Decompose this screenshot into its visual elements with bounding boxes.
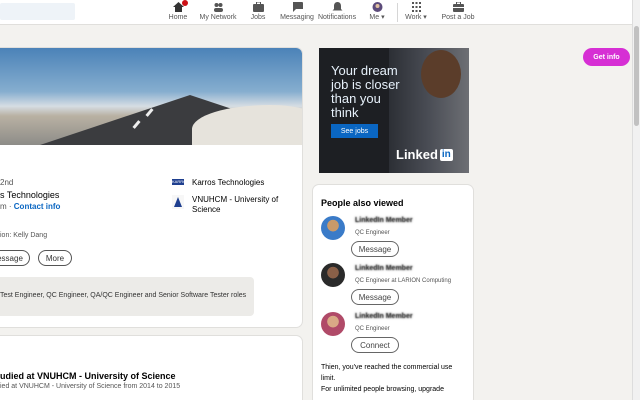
school-name-line2[interactable]: Science: [192, 205, 220, 214]
profile-headline: s Technologies: [0, 190, 60, 200]
message-button[interactable]: Message: [351, 241, 399, 257]
linkedin-logo: Linked in: [396, 147, 453, 162]
jobs-icon: [252, 2, 264, 12]
person-name[interactable]: LinkedIn Member: [355, 217, 413, 224]
person-name[interactable]: LinkedIn Member: [355, 313, 413, 320]
limit-message-line3: For unlimited people browsing, upgrade: [321, 386, 444, 393]
contact-info-link[interactable]: Contact info: [14, 202, 61, 211]
activity-title[interactable]: udied at VNUHCM - University of Science: [0, 371, 176, 381]
nav-notifications[interactable]: Notifications: [318, 1, 356, 23]
nav-my-network-label: My Network: [199, 14, 237, 21]
message-button[interactable]: essage: [0, 250, 30, 266]
person-name[interactable]: LinkedIn Member: [355, 265, 413, 272]
network-icon: [213, 3, 223, 12]
nav-home-label: Home: [168, 14, 188, 21]
nav-post-a-job-label: Post a Job: [441, 14, 475, 21]
limit-message-line1: Thien, you've reached the commercial use: [321, 364, 453, 371]
university-logo-icon: [172, 195, 184, 209]
nav-post-a-job[interactable]: Post a Job: [441, 1, 475, 23]
person-headline: QC Engineer at LARION Computing: [355, 278, 452, 284]
open-to-work-box: Test Engineer, QC Engineer, QA/QC Engine…: [0, 277, 254, 316]
grid-icon: [411, 2, 421, 12]
top-navigation: Home My Network Jobs Messaging Notificat…: [0, 0, 640, 25]
search-input[interactable]: [0, 3, 75, 20]
limit-message-line2: limit.: [321, 375, 336, 382]
location-text: m ·: [0, 202, 14, 211]
mutual-connection: ion: Kelly Dang: [0, 232, 48, 239]
nav-my-network[interactable]: My Network: [199, 1, 237, 23]
profile-card: 2nd s Technologies m · Contact info KARR…: [0, 48, 302, 327]
briefcase-icon: [452, 2, 464, 12]
open-to-work-roles: Test Engineer, QC Engineer, QA/QC Engine…: [0, 292, 247, 299]
linkedin-logo-text: Linked: [396, 147, 438, 162]
nav-divider: [397, 3, 398, 22]
people-also-viewed-title: People also viewed: [321, 198, 404, 208]
person-headline: QC Engineer: [355, 326, 390, 332]
bell-icon: [332, 2, 342, 11]
connect-button[interactable]: Connect: [351, 337, 399, 353]
message-button[interactable]: Message: [351, 289, 399, 305]
notification-badge: [182, 0, 188, 6]
connection-degree: 2nd: [0, 178, 14, 187]
nav-notifications-label: Notifications: [317, 14, 357, 21]
nav-me-label: Me ▾: [369, 14, 385, 21]
karros-logo: KARROS: [172, 179, 189, 185]
people-also-viewed-card: People also viewed LinkedIn Member QC En…: [313, 185, 473, 400]
avatar[interactable]: [321, 312, 345, 336]
activity-card: udied at VNUHCM - University of Science …: [0, 336, 302, 400]
avatar[interactable]: [321, 216, 345, 240]
nav-jobs-label: Jobs: [250, 14, 266, 21]
profile-location: m · Contact info: [0, 202, 60, 211]
profile-banner-image: [0, 48, 302, 145]
messaging-icon: [292, 2, 303, 12]
nav-work[interactable]: Work ▾: [404, 1, 428, 23]
nav-me[interactable]: Me ▾: [366, 1, 388, 23]
nav-home[interactable]: Home: [168, 0, 188, 23]
see-jobs-button[interactable]: See jobs: [331, 124, 378, 138]
ad-headline: Your dream job is closer than you think: [331, 63, 400, 120]
nav-jobs[interactable]: Jobs: [248, 1, 268, 23]
nav-messaging-label: Messaging: [280, 14, 314, 21]
scrollbar-thumb[interactable]: [634, 26, 639, 126]
nav-work-label: Work ▾: [405, 14, 427, 21]
person-headline: QC Engineer: [355, 230, 390, 236]
nav-messaging[interactable]: Messaging: [280, 1, 314, 23]
linkedin-in-badge: in: [439, 148, 453, 161]
school-name-line1[interactable]: VNUHCM - University of: [192, 195, 278, 204]
activity-subtitle: ied at VNUHCM - University of Science fr…: [0, 383, 181, 390]
ad-person-face: [421, 50, 461, 98]
linkedin-job-ad[interactable]: Your dream job is closer than you think …: [319, 48, 469, 173]
avatar[interactable]: [321, 263, 345, 287]
more-button[interactable]: More: [38, 250, 72, 266]
get-info-button[interactable]: Get info: [583, 48, 630, 66]
current-company[interactable]: Karros Technologies: [192, 178, 264, 187]
avatar: [372, 2, 382, 12]
